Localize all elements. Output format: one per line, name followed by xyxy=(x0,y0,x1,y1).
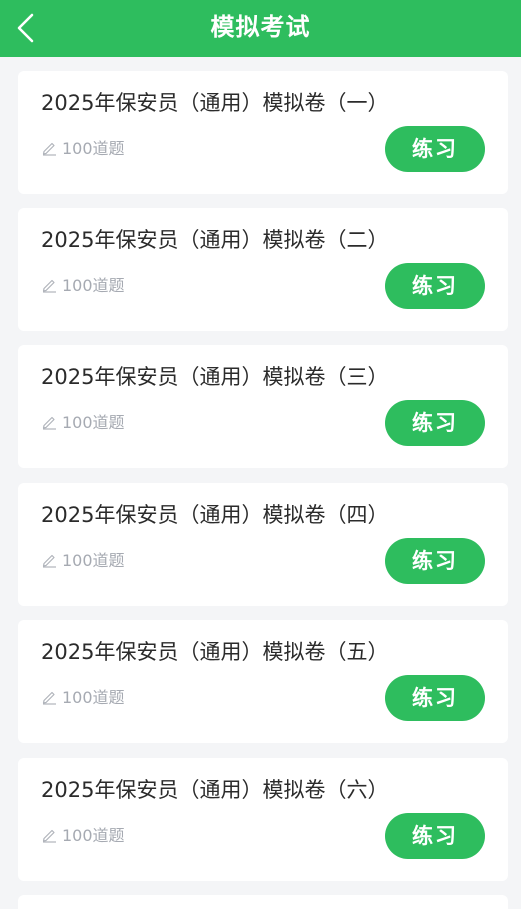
practice-button[interactable]: 练习 xyxy=(385,538,485,584)
edit-icon xyxy=(42,416,56,430)
page-title: 模拟考试 xyxy=(210,13,311,41)
question-count-label: 100道题 xyxy=(62,139,125,158)
practice-button[interactable]: 练习 xyxy=(385,675,485,721)
edit-icon xyxy=(42,279,56,293)
edit-icon xyxy=(42,829,56,843)
question-count-label: 100道题 xyxy=(62,688,125,707)
exam-card: 2025年保安员（通用）模拟卷（四） 100道题 练习 xyxy=(18,483,508,606)
exam-title: 2025年保安员（通用）模拟卷（二） xyxy=(41,228,389,252)
question-count-label: 100道题 xyxy=(62,413,125,432)
edit-icon xyxy=(42,142,56,156)
edit-icon xyxy=(42,554,56,568)
practice-button[interactable]: 练习 xyxy=(385,263,485,309)
question-count: 100道题 xyxy=(41,549,125,570)
exam-title: 2025年保安员（通用）模拟卷（五） xyxy=(41,640,389,664)
exam-title: 2025年保安员（通用）模拟卷（四） xyxy=(41,503,389,527)
exam-card: 2025年保安员（通用）模拟卷（一） 100道题 练习 xyxy=(18,71,508,194)
exam-card: 2025年保安员（通用）模拟卷（三） 100道题 练习 xyxy=(18,345,508,468)
question-count: 100道题 xyxy=(41,824,125,845)
question-count-label: 100道题 xyxy=(62,826,125,845)
exam-title: 2025年保安员（通用）模拟卷（一） xyxy=(41,91,389,115)
top-nav-bar: 模拟考试 xyxy=(0,0,521,57)
question-count: 100道题 xyxy=(41,411,125,432)
practice-button[interactable]: 练习 xyxy=(385,126,485,172)
practice-button[interactable]: 练习 xyxy=(385,400,485,446)
question-count-label: 100道题 xyxy=(62,551,125,570)
practice-button[interactable]: 练习 xyxy=(385,813,485,859)
question-count: 100道题 xyxy=(41,686,125,707)
exam-card: 2025年保安员（通用）模拟卷（二） 100道题 练习 xyxy=(18,208,508,331)
question-count: 100道题 xyxy=(41,274,125,295)
exam-title: 2025年保安员（通用）模拟卷（六） xyxy=(41,778,389,802)
edit-icon xyxy=(42,691,56,705)
exam-card: 2025年保安员（通用）模拟卷（六） 100道题 练习 xyxy=(18,758,508,881)
exam-card-partial xyxy=(18,895,508,909)
exam-title: 2025年保安员（通用）模拟卷（三） xyxy=(41,365,389,389)
question-count: 100道题 xyxy=(41,137,125,158)
exam-card: 2025年保安员（通用）模拟卷（五） 100道题 练习 xyxy=(18,620,508,743)
question-count-label: 100道题 xyxy=(62,276,125,295)
